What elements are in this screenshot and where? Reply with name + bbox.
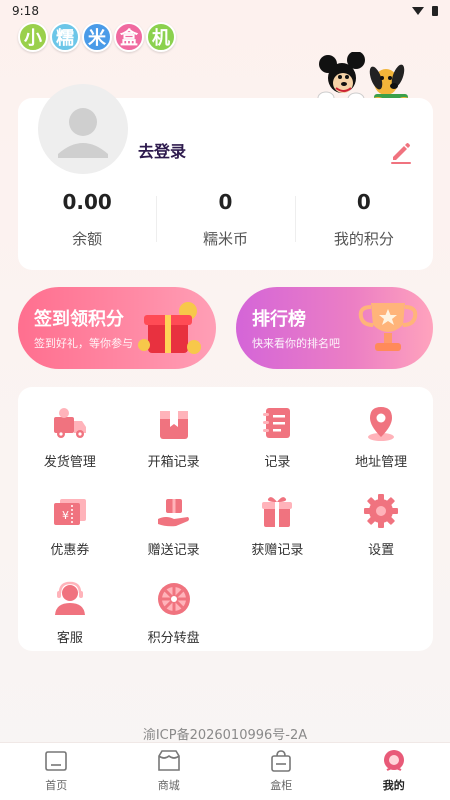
menu-item-customer-service[interactable]: 客服 <box>18 579 122 657</box>
tab-profile[interactable]: 我的 <box>338 743 450 800</box>
notebook-icon <box>263 408 291 438</box>
tab-shop[interactable]: 商城 <box>113 743 226 800</box>
box-icon <box>159 411 188 439</box>
logo-char: 盒 <box>114 22 144 52</box>
menu-item-points-wheel[interactable]: 积分转盘 <box>122 579 226 657</box>
menu-label: 地址管理 <box>355 455 408 470</box>
stat-balance[interactable]: 0.00 余额 <box>18 188 156 250</box>
status-bar: 9:18 <box>0 0 450 22</box>
menu-label: 积分转盘 <box>147 631 200 646</box>
edit-icon[interactable] <box>387 138 415 166</box>
box-cabinet-icon <box>271 750 292 772</box>
stat-label: 我的积分 <box>333 230 394 248</box>
svg-text:¥: ¥ <box>62 509 69 522</box>
menu-item-coupons[interactable]: ¥ 优惠券 <box>18 491 122 569</box>
stat-coins[interactable]: 0 糯米币 <box>156 188 294 250</box>
menu-item-settings[interactable]: 设置 <box>329 491 433 569</box>
stat-points[interactable]: 0 我的积分 <box>294 188 433 250</box>
gift-coins-icon <box>138 302 201 354</box>
ranking-banner[interactable]: 排行榜 快来看你的排名吧 <box>236 287 433 369</box>
logo-char: 糯 <box>50 22 80 52</box>
profile-card: 去登录 0.00 余额 0 糯米币 0 我的积分 <box>18 84 433 270</box>
menu-label: 设置 <box>368 543 395 558</box>
home-icon <box>45 751 68 771</box>
menu-label: 优惠券 <box>50 543 90 558</box>
logo-char: 米 <box>82 22 112 52</box>
menu-item-unbox-records[interactable]: 开箱记录 <box>122 403 226 481</box>
location-pin-icon <box>368 407 395 441</box>
tab-home[interactable]: 首页 <box>0 743 113 800</box>
status-time: 9:18 <box>12 4 39 18</box>
icp-notice: 渝ICP备2026010996号-2A <box>142 728 308 743</box>
delivery-truck-icon <box>53 408 86 438</box>
menu-item-address[interactable]: 地址管理 <box>329 403 433 481</box>
menu-item-delivery[interactable]: 发货管理 <box>18 403 122 481</box>
bottom-tab-bar: 首页 商城 盒柜 我的 <box>0 742 450 800</box>
stat-label: 糯米币 <box>202 230 248 248</box>
gear-icon <box>364 494 399 528</box>
customer-service-icon <box>54 581 85 615</box>
service-menu: 发货管理 开箱记录 记录 地址管理 ¥ 优惠券 赠送记录 获赠记录 设置 客服 … <box>18 387 433 651</box>
tab-label: 我的 <box>382 779 405 792</box>
menu-item-gift-sent[interactable]: 赠送记录 <box>122 491 226 569</box>
banner-title: 签到领积分 <box>34 309 124 330</box>
menu-label: 记录 <box>264 455 291 470</box>
login-link[interactable]: 去登录 <box>138 138 186 162</box>
stat-label: 余额 <box>72 230 103 248</box>
tab-label: 商城 <box>157 779 180 792</box>
profile-icon <box>383 750 404 771</box>
stat-value: 0 <box>218 190 233 214</box>
banner-subtitle: 签到好礼，等你参与 <box>34 337 133 350</box>
menu-item-records[interactable]: 记录 <box>226 403 330 481</box>
coupon-icon: ¥ <box>53 499 86 525</box>
wifi-icon <box>412 7 424 15</box>
banner-subtitle: 快来看你的排名吧 <box>252 337 340 350</box>
battery-icon <box>432 6 438 16</box>
account-stats: 0.00 余额 0 糯米币 0 我的积分 <box>18 188 433 250</box>
app-logo: 小 糯 米 盒 机 <box>18 22 176 52</box>
logo-char: 机 <box>146 22 176 52</box>
default-user-icon <box>58 108 108 158</box>
menu-label: 赠送记录 <box>147 543 200 558</box>
gift-hand-icon <box>157 499 189 527</box>
tab-label: 首页 <box>45 779 68 792</box>
menu-label: 开箱记录 <box>147 455 200 470</box>
tab-label: 盒柜 <box>270 779 293 792</box>
sign-in-banner[interactable]: 签到领积分 签到好礼，等你参与 <box>18 287 216 369</box>
shop-icon <box>157 750 180 771</box>
trophy-icon <box>358 303 418 351</box>
tab-box-cabinet[interactable]: 盒柜 <box>225 743 338 800</box>
menu-item-gift-received[interactable]: 获赠记录 <box>226 491 330 569</box>
gift-box-icon <box>262 497 293 527</box>
stat-value: 0 <box>356 190 371 214</box>
menu-label: 客服 <box>56 631 83 646</box>
menu-grid: 发货管理 开箱记录 记录 地址管理 ¥ 优惠券 赠送记录 获赠记录 设置 客服 … <box>18 403 433 657</box>
menu-label: 获赠记录 <box>251 543 304 558</box>
logo-char: 小 <box>18 22 48 52</box>
status-icons <box>412 6 438 16</box>
avatar[interactable] <box>38 84 128 174</box>
banner-title: 排行榜 <box>252 309 306 330</box>
menu-label: 发货管理 <box>43 455 96 470</box>
wheel-icon <box>157 583 190 615</box>
stat-value: 0.00 <box>62 190 112 214</box>
